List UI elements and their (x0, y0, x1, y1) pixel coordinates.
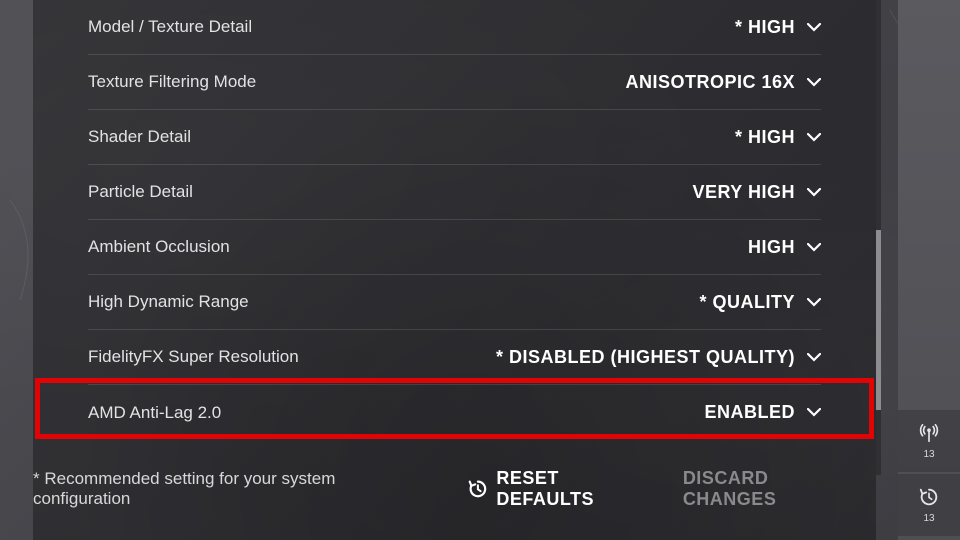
setting-value-group[interactable]: * HIGH (735, 17, 821, 38)
scrollbar-thumb[interactable] (876, 230, 881, 410)
setting-label: AMD Anti-Lag 2.0 (88, 403, 221, 423)
side-ping-button[interactable]: 13 (898, 410, 960, 472)
setting-value: VERY HIGH (692, 182, 795, 203)
setting-value-group[interactable]: * QUALITY (699, 292, 821, 313)
setting-row-particle-detail[interactable]: Particle Detail VERY HIGH (88, 165, 821, 220)
setting-value-group[interactable]: * HIGH (735, 127, 821, 148)
setting-label: Ambient Occlusion (88, 237, 230, 257)
setting-label: High Dynamic Range (88, 292, 249, 312)
setting-label: Texture Filtering Mode (88, 72, 256, 92)
setting-value-group[interactable]: ANISOTROPIC 16X (625, 72, 821, 93)
setting-value-group[interactable]: * DISABLED (HIGHEST QUALITY) (496, 347, 821, 368)
setting-value: * HIGH (735, 127, 795, 148)
antenna-icon (918, 422, 940, 449)
side-history-button[interactable]: 13 (898, 474, 960, 536)
setting-row-hdr[interactable]: High Dynamic Range * QUALITY (88, 275, 821, 330)
setting-value: HIGH (748, 237, 795, 258)
setting-row-amd-anti-lag[interactable]: AMD Anti-Lag 2.0 ENABLED (88, 385, 821, 440)
setting-row-model-texture-detail[interactable]: Model / Texture Detail * HIGH (88, 0, 821, 55)
chevron-down-icon (807, 130, 821, 144)
settings-list: Model / Texture Detail * HIGH Texture Fi… (33, 0, 876, 440)
history-value: 13 (923, 513, 934, 524)
setting-row-texture-filtering[interactable]: Texture Filtering Mode ANISOTROPIC 16X (88, 55, 821, 110)
ping-value: 13 (923, 449, 934, 460)
setting-row-shader-detail[interactable]: Shader Detail * HIGH (88, 110, 821, 165)
setting-value-group[interactable]: VERY HIGH (692, 182, 821, 203)
chevron-down-icon (807, 406, 821, 420)
setting-value: * QUALITY (699, 292, 795, 313)
chevron-down-icon (807, 185, 821, 199)
history-reset-icon (467, 478, 489, 500)
setting-value: ANISOTROPIC 16X (625, 72, 795, 93)
setting-value: * DISABLED (HIGHEST QUALITY) (496, 347, 795, 368)
settings-panel: Model / Texture Detail * HIGH Texture Fi… (33, 0, 876, 540)
reset-defaults-label: RESET DEFAULTS (496, 468, 660, 510)
setting-value: ENABLED (704, 402, 795, 423)
discard-changes-button[interactable]: DISCARD CHANGES (683, 468, 866, 510)
setting-value-group[interactable]: ENABLED (704, 402, 821, 423)
footer-bar: * Recommended setting for your system co… (33, 468, 876, 510)
setting-label: FidelityFX Super Resolution (88, 347, 299, 367)
history-icon (918, 486, 940, 513)
setting-value-group[interactable]: HIGH (748, 237, 821, 258)
setting-row-fsr[interactable]: FidelityFX Super Resolution * DISABLED (… (88, 330, 821, 385)
setting-label: Shader Detail (88, 127, 191, 147)
setting-row-ambient-occlusion[interactable]: Ambient Occlusion HIGH (88, 220, 821, 275)
setting-value: * HIGH (735, 17, 795, 38)
chevron-down-icon (807, 20, 821, 34)
chevron-down-icon (807, 350, 821, 364)
chevron-down-icon (807, 295, 821, 309)
chevron-down-icon (807, 75, 821, 89)
scrollbar[interactable] (876, 0, 881, 475)
setting-label: Particle Detail (88, 182, 193, 202)
recommended-note: * Recommended setting for your system co… (33, 469, 435, 509)
setting-label: Model / Texture Detail (88, 17, 252, 37)
reset-defaults-button[interactable]: RESET DEFAULTS (467, 468, 661, 510)
chevron-down-icon (807, 240, 821, 254)
side-strip: 13 13 (898, 0, 960, 540)
